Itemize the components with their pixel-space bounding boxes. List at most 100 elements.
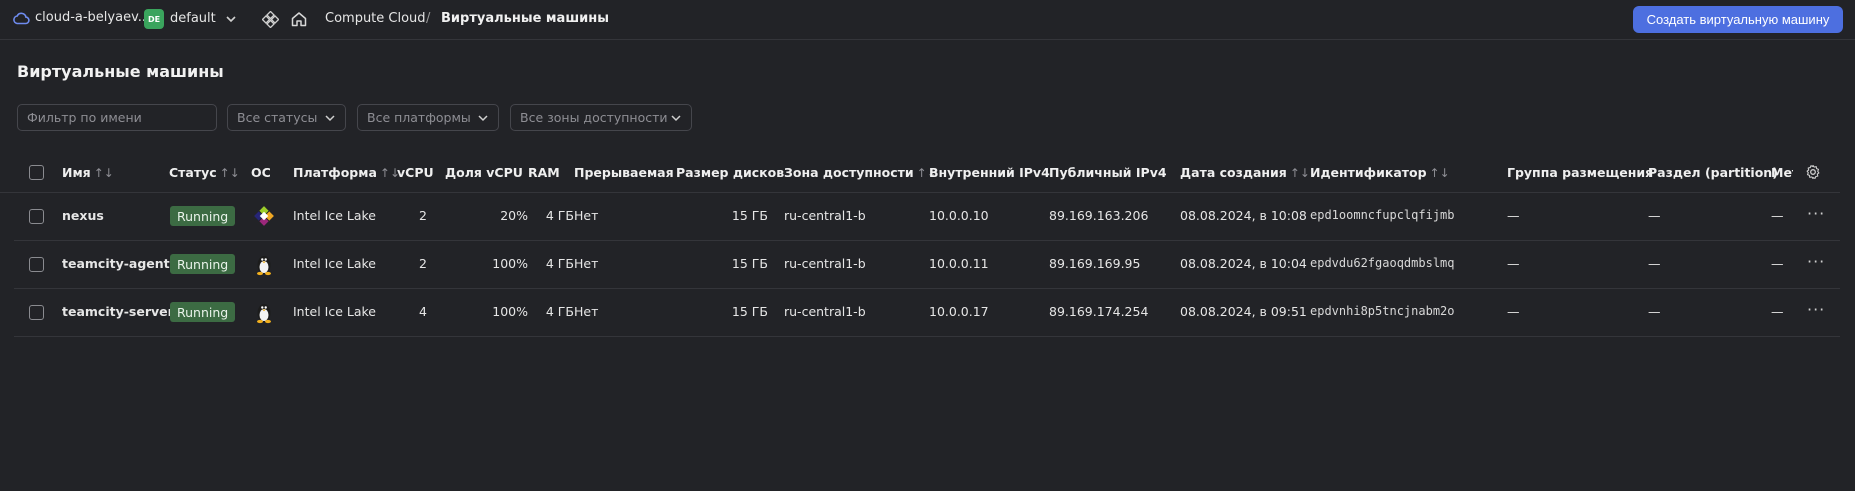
column-created[interactable]: Дата создания ↑↓ bbox=[1180, 165, 1310, 180]
zone-filter-select[interactable]: Все зоны доступности bbox=[510, 104, 692, 131]
services-icon[interactable] bbox=[262, 11, 279, 28]
ram-value: 4 ГБ bbox=[545, 256, 574, 271]
disk-size-value: 15 ГБ bbox=[731, 304, 768, 319]
zone-value: ru-central1-b bbox=[784, 208, 866, 223]
more-actions-icon[interactable]: ··· bbox=[1807, 300, 1825, 319]
status-filter-value: Все статусы bbox=[237, 110, 318, 125]
placement-group-value: — bbox=[1507, 304, 1520, 319]
vcpu-value: 2 bbox=[419, 208, 427, 223]
row-checkbox[interactable] bbox=[29, 209, 44, 224]
linux-tux-icon bbox=[252, 300, 276, 324]
public-ip-value: 89.169.169.95 bbox=[1049, 256, 1141, 271]
sort-icon[interactable]: ↑↓ bbox=[1430, 166, 1450, 180]
status-filter-select[interactable]: Все статусы bbox=[227, 104, 346, 131]
centos-icon bbox=[252, 204, 276, 228]
disk-size-value: 15 ГБ bbox=[731, 208, 768, 223]
placement-group-value: — bbox=[1507, 256, 1520, 271]
column-name[interactable]: Имя ↑↓ bbox=[62, 165, 114, 180]
status-badge: Running bbox=[170, 254, 236, 274]
top-bar: cloud-a-belyaev... DE default Compute Cl… bbox=[0, 0, 1855, 40]
more-actions-icon[interactable]: ··· bbox=[1807, 204, 1825, 223]
folder-name[interactable]: default bbox=[170, 11, 216, 26]
vm-id-value: epd1oomncfupclqfijmb bbox=[1310, 208, 1455, 222]
internal-ip-value: 10.0.0.10 bbox=[929, 208, 989, 223]
platform-filter-select[interactable]: Все платформы bbox=[357, 104, 499, 131]
vm-name[interactable]: teamcity-server bbox=[62, 304, 174, 319]
zone-value: ru-central1-b bbox=[784, 256, 866, 271]
cloud-name: cloud-a-belyaev... bbox=[35, 10, 151, 25]
column-public-ip: Публичный IPv4 bbox=[1049, 165, 1167, 180]
meta-value: — bbox=[1771, 208, 1784, 223]
chevron-down-icon bbox=[671, 115, 681, 122]
vm-id-value: epdvdu62fgaoqdmbslmq bbox=[1310, 256, 1455, 270]
vm-id-value: epdvnhi8p5tncjnabm2o bbox=[1310, 304, 1455, 318]
platform-filter-value: Все платформы bbox=[367, 110, 471, 125]
vcpu-value: 4 bbox=[419, 304, 427, 319]
sort-icon[interactable]: ↑↓ bbox=[220, 166, 240, 180]
column-platform[interactable]: Платформа ↑↓ bbox=[293, 165, 400, 180]
table-row[interactable]: nexus Running Intel Ice Lake 2 20% 4 ГБ … bbox=[14, 193, 1840, 241]
preemptible-value: Нет bbox=[574, 304, 599, 319]
gear-icon[interactable] bbox=[1805, 164, 1821, 180]
zone-value: ru-central1-b bbox=[784, 304, 866, 319]
breadcrumb-separator: / bbox=[426, 11, 431, 26]
select-all-checkbox[interactable] bbox=[29, 165, 44, 180]
status-badge: Running bbox=[170, 302, 236, 322]
page-title: Виртуальные машины bbox=[17, 62, 224, 81]
create-vm-button[interactable]: Создать виртуальную машину bbox=[1633, 6, 1843, 33]
created-value: 08.08.2024, в 10:04 bbox=[1180, 256, 1307, 271]
zone-filter-value: Все зоны доступности bbox=[520, 110, 668, 125]
row-checkbox[interactable] bbox=[29, 305, 44, 320]
table-row[interactable]: teamcity-agent Running Intel Ice Lake 2 … bbox=[14, 241, 1840, 289]
column-status[interactable]: Статус ↑↓ bbox=[169, 165, 240, 180]
column-os: ОС bbox=[251, 165, 271, 180]
vm-name[interactable]: teamcity-agent bbox=[62, 256, 170, 271]
platform-value: Intel Ice Lake bbox=[293, 208, 376, 223]
linux-tux-icon bbox=[252, 252, 276, 276]
public-ip-value: 89.169.163.206 bbox=[1049, 208, 1149, 223]
sort-icon[interactable]: ↑↓ bbox=[1290, 166, 1310, 180]
preemptible-value: Нет bbox=[574, 208, 599, 223]
vm-name[interactable]: nexus bbox=[62, 208, 104, 223]
column-ram: RAM bbox=[528, 165, 560, 180]
column-id[interactable]: Идентификатор ↑↓ bbox=[1310, 165, 1450, 180]
folder-avatar[interactable]: DE bbox=[144, 9, 164, 29]
public-ip-value: 89.169.174.254 bbox=[1049, 304, 1149, 319]
name-filter-input[interactable]: Фильтр по имени bbox=[17, 104, 217, 131]
home-icon[interactable] bbox=[290, 10, 308, 28]
partition-value: — bbox=[1648, 304, 1661, 319]
vcpu-share-value: 20% bbox=[500, 208, 528, 223]
vcpu-value: 2 bbox=[419, 256, 427, 271]
partition-value: — bbox=[1648, 208, 1661, 223]
meta-value: — bbox=[1771, 256, 1784, 271]
placement-group-value: — bbox=[1507, 208, 1520, 223]
row-checkbox[interactable] bbox=[29, 257, 44, 272]
sort-icon[interactable]: ↑↓ bbox=[94, 166, 114, 180]
disk-size-value: 15 ГБ bbox=[731, 256, 768, 271]
partition-value: — bbox=[1648, 256, 1661, 271]
breadcrumb-compute-cloud[interactable]: Compute Cloud bbox=[325, 11, 426, 26]
column-internal-ip: Внутренний IPv4 bbox=[929, 165, 1050, 180]
column-meta: Метки bbox=[1771, 165, 1793, 180]
column-placement-group: Группа размещения bbox=[1507, 165, 1654, 180]
column-zone[interactable]: Зона доступности ↑↓ bbox=[784, 165, 937, 180]
preemptible-value: Нет bbox=[574, 256, 599, 271]
table-row[interactable]: teamcity-server Running Intel Ice Lake 4… bbox=[14, 289, 1840, 337]
column-preemptible: Прерываемая bbox=[574, 165, 674, 180]
more-actions-icon[interactable]: ··· bbox=[1807, 252, 1825, 271]
chevron-down-icon[interactable] bbox=[224, 12, 238, 26]
internal-ip-value: 10.0.0.17 bbox=[929, 304, 989, 319]
chevron-down-icon bbox=[325, 115, 335, 122]
platform-value: Intel Ice Lake bbox=[293, 304, 376, 319]
status-badge: Running bbox=[170, 206, 236, 226]
internal-ip-value: 10.0.0.11 bbox=[929, 256, 989, 271]
cloud-selector[interactable]: cloud-a-belyaev... bbox=[12, 10, 150, 25]
ram-value: 4 ГБ bbox=[545, 304, 574, 319]
meta-value: — bbox=[1771, 304, 1784, 319]
column-vcpu: vCPU bbox=[397, 165, 434, 180]
created-value: 08.08.2024, в 09:51 bbox=[1180, 304, 1307, 319]
column-partition: Раздел (partition) bbox=[1648, 165, 1778, 180]
vcpu-share-value: 100% bbox=[492, 256, 528, 271]
cloud-icon bbox=[13, 12, 30, 24]
breadcrumb-current: Виртуальные машины bbox=[441, 11, 609, 26]
